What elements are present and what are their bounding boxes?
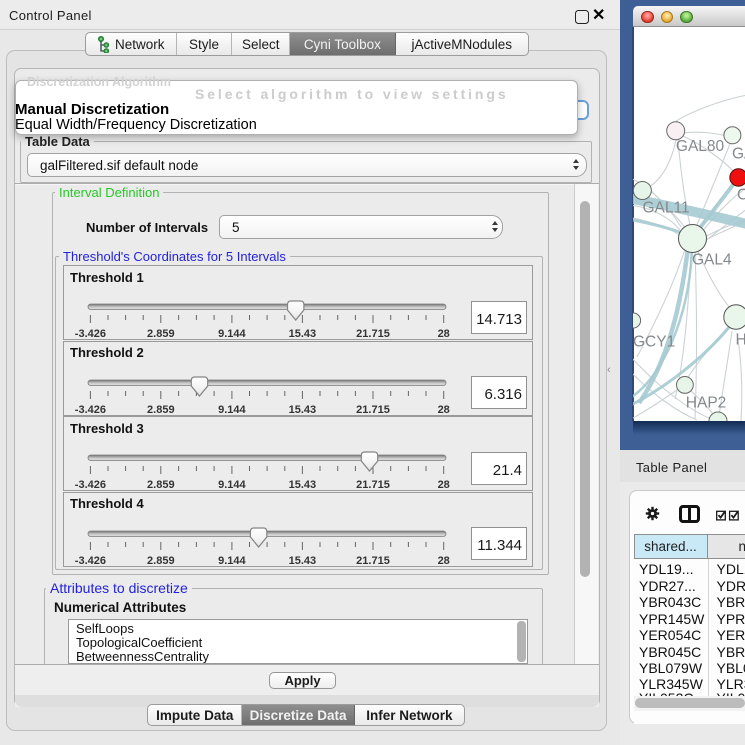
- svg-text:9.144: 9.144: [218, 555, 246, 567]
- svg-text:28: 28: [438, 555, 450, 567]
- svg-text:C: C: [737, 187, 745, 204]
- svg-text:GAL11: GAL11: [643, 200, 690, 217]
- svg-text:21.715: 21.715: [356, 404, 390, 416]
- svg-text:H: H: [736, 332, 745, 349]
- svg-text:2.859: 2.859: [147, 404, 175, 416]
- svg-text:HAP2: HAP2: [686, 395, 727, 412]
- svg-text:GA: GA: [732, 146, 745, 163]
- svg-text:-3.426: -3.426: [75, 404, 106, 416]
- svg-text:28: 28: [438, 328, 450, 340]
- svg-text:-3.426: -3.426: [75, 479, 106, 491]
- svg-text:15.43: 15.43: [289, 328, 317, 340]
- svg-text:GAL4: GAL4: [692, 252, 732, 269]
- svg-text:28: 28: [438, 404, 450, 416]
- svg-text:GCY1: GCY1: [633, 334, 675, 351]
- svg-text:9.144: 9.144: [218, 328, 246, 340]
- svg-text:28: 28: [438, 479, 450, 491]
- svg-text:2.859: 2.859: [147, 479, 175, 491]
- svg-text:-3.426: -3.426: [75, 328, 106, 340]
- svg-text:21.715: 21.715: [356, 479, 390, 491]
- svg-text:15.43: 15.43: [289, 555, 317, 567]
- svg-text:2.859: 2.859: [147, 555, 175, 567]
- svg-text:21.715: 21.715: [356, 328, 390, 340]
- svg-text:21.715: 21.715: [356, 555, 390, 567]
- svg-text:15.43: 15.43: [289, 479, 317, 491]
- svg-text:GAL80: GAL80: [676, 138, 725, 155]
- svg-text:-3.426: -3.426: [75, 555, 106, 567]
- svg-text:9.144: 9.144: [218, 404, 246, 416]
- svg-text:15.43: 15.43: [289, 404, 317, 416]
- svg-text:9.144: 9.144: [218, 479, 246, 491]
- svg-text:2.859: 2.859: [147, 328, 175, 340]
